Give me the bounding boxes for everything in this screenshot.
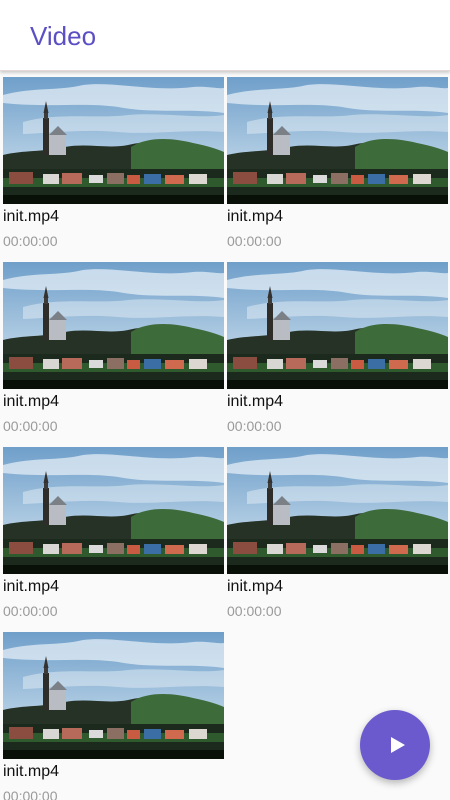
video-duration: 00:00:00 (3, 418, 58, 434)
play-icon (390, 737, 405, 753)
video-title: init.mp4 (227, 393, 284, 410)
landscape-church-thumbnail (227, 262, 448, 389)
landscape-church-thumbnail (227, 447, 448, 574)
video-duration: 00:00:00 (3, 788, 58, 800)
play-fab-button[interactable] (360, 710, 430, 780)
landscape-church-thumbnail (3, 77, 224, 204)
video-duration: 00:00:00 (3, 603, 58, 619)
video-thumbnail-2[interactable] (227, 77, 448, 204)
landscape-church-thumbnail (3, 447, 224, 574)
video-app: Video init.mp4 00:00:00 init.mp4 00:00:0… (0, 0, 450, 800)
video-thumbnail-6[interactable] (227, 447, 448, 574)
landscape-church-thumbnail (227, 77, 448, 204)
video-title: init.mp4 (3, 578, 60, 595)
video-thumbnail-4[interactable] (227, 262, 448, 389)
video-duration: 00:00:00 (227, 603, 282, 619)
video-item-5[interactable]: init.mp4 00:00:00 (3, 447, 224, 632)
video-thumbnail-7[interactable] (3, 632, 224, 759)
video-duration: 00:00:00 (3, 233, 58, 249)
video-item-1[interactable]: init.mp4 00:00:00 (3, 77, 224, 262)
video-thumbnail-1[interactable] (3, 77, 224, 204)
video-duration: 00:00:00 (227, 233, 282, 249)
video-title: init.mp4 (227, 208, 284, 225)
video-item-4[interactable]: init.mp4 00:00:00 (227, 262, 448, 447)
video-title: init.mp4 (3, 208, 60, 225)
video-duration: 00:00:00 (227, 418, 282, 434)
video-title: init.mp4 (3, 763, 60, 780)
page-title: Video (30, 21, 97, 51)
landscape-church-thumbnail (3, 632, 224, 759)
video-title: init.mp4 (3, 393, 60, 410)
video-thumbnail-5[interactable] (3, 447, 224, 574)
video-item-3[interactable]: init.mp4 00:00:00 (3, 262, 224, 447)
video-item-2[interactable]: init.mp4 00:00:00 (227, 77, 448, 262)
app-bar: Video (0, 0, 450, 71)
landscape-church-thumbnail (3, 262, 224, 389)
video-item-6[interactable]: init.mp4 00:00:00 (227, 447, 448, 632)
video-title: init.mp4 (227, 578, 284, 595)
video-thumbnail-3[interactable] (3, 262, 224, 389)
video-item-7[interactable]: init.mp4 00:00:00 (3, 632, 224, 800)
